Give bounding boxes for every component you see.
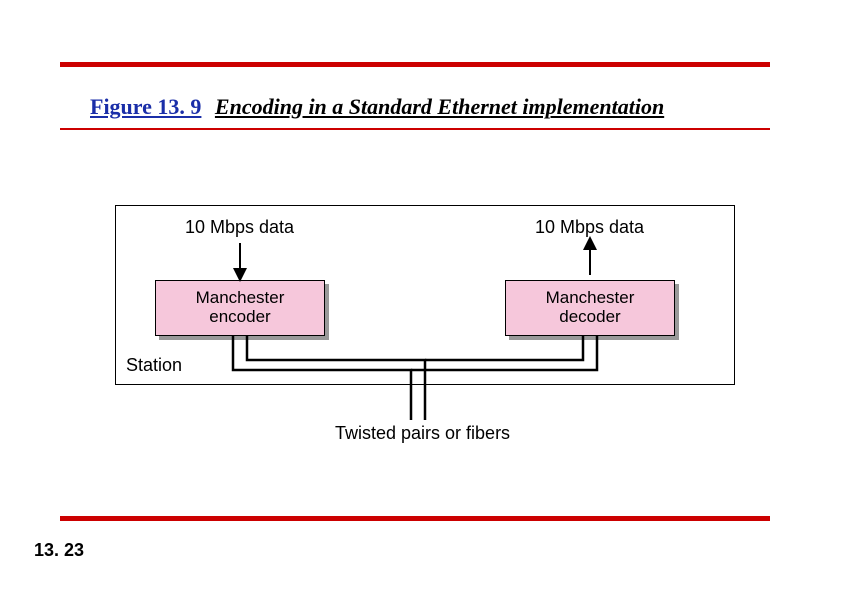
figure-label: Figure 13. 9 <box>90 94 201 119</box>
medium-label: Twisted pairs or fibers <box>335 423 510 444</box>
bottom-rule-thick <box>60 516 770 521</box>
slide-page: Figure 13. 9 Encoding in a Standard Ethe… <box>0 0 842 596</box>
wiring-svg <box>115 205 735 435</box>
encoder-line-a <box>233 336 411 420</box>
figure-title: Figure 13. 9 Encoding in a Standard Ethe… <box>90 94 664 120</box>
encoder-line-b <box>247 336 425 420</box>
top-rule-thick <box>60 62 770 67</box>
ethernet-encoding-diagram: Station 10 Mbps data 10 Mbps data Manche… <box>115 205 735 435</box>
top-rule-thin <box>60 128 770 130</box>
page-number: 13. 23 <box>34 540 84 561</box>
decoder-line-a <box>425 336 583 360</box>
figure-caption: Encoding in a Standard Ethernet implemen… <box>215 94 664 119</box>
decoder-line-b <box>411 336 597 370</box>
